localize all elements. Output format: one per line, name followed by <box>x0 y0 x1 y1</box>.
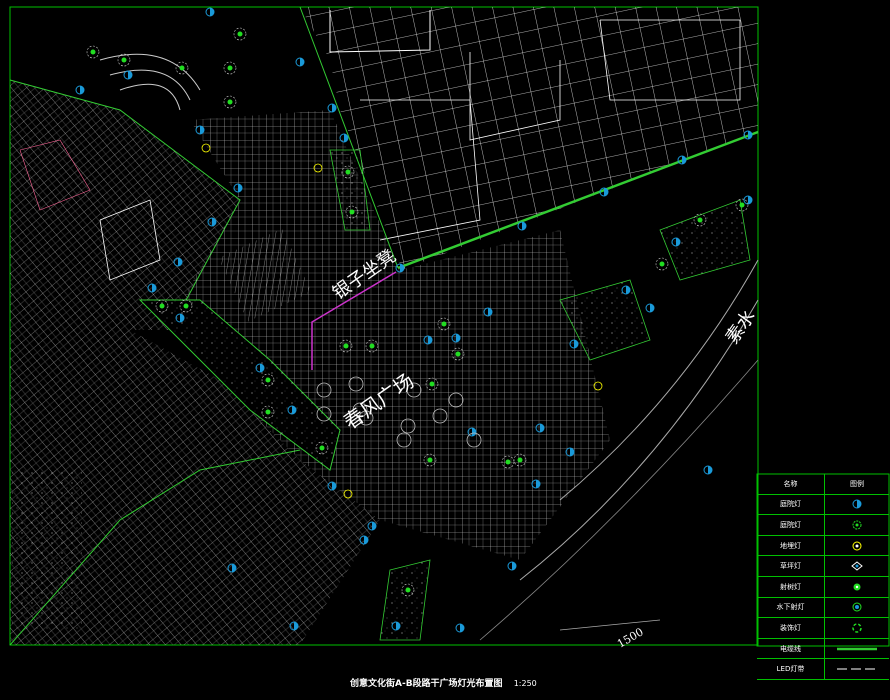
underwater-light-icon <box>825 598 889 618</box>
street-label: 素水 <box>722 306 760 348</box>
lamp-icon <box>295 57 305 67</box>
legend-item-name: 电缆线 <box>757 638 825 659</box>
tree-icon <box>117 53 131 67</box>
legend-item-name: 草坪灯 <box>757 556 825 576</box>
tree-icon <box>86 45 100 59</box>
legend-table: 名称 图例 庭院灯 庭院灯 地埋灯 草坪灯 射树灯 水下射灯 装饰灯 电缆线 LED灯带 <box>757 474 889 680</box>
lamp-icon <box>825 495 889 515</box>
lawn-light-icon <box>825 556 889 576</box>
drawing-title-text: 创意文化街A-B段路干广场灯光布置图 <box>350 679 503 689</box>
legend-header-symbol: 图例 <box>850 479 864 488</box>
legend-item-name: 装饰灯 <box>757 618 825 638</box>
legend-header-row: 名称 图例 <box>757 474 889 495</box>
legend-row: 装饰灯 <box>757 618 889 639</box>
lamp-icon <box>645 303 655 313</box>
legend-row: 庭院灯 <box>757 515 889 536</box>
lamp-icon <box>75 85 85 95</box>
tree-spot-icon <box>825 577 889 597</box>
lamp-icon <box>507 561 517 571</box>
legend-row: 庭院灯 <box>757 494 889 516</box>
legend-row: 草坪灯 <box>757 556 889 577</box>
legend-item-name: LED灯带 <box>757 659 825 679</box>
legend-row: LED灯带 <box>757 659 889 680</box>
tree-icon <box>223 95 237 109</box>
curved-walkway <box>99 53 201 111</box>
legend-row: 射树灯 <box>757 576 889 598</box>
lamp-icon <box>455 623 465 633</box>
tree-icon <box>175 61 189 75</box>
lamp-icon <box>743 195 753 205</box>
tree-icon <box>655 257 669 271</box>
tree-light-icon <box>825 515 889 535</box>
legend-row: 水下射灯 <box>757 597 889 619</box>
drawing-title: 创意文化街A-B段路干广场灯光布置图 1:250 <box>350 676 537 690</box>
lamp-icon <box>703 465 713 475</box>
led-strip-icon <box>825 659 889 679</box>
legend-header-name: 名称 <box>757 474 825 494</box>
lamp-icon <box>123 70 133 80</box>
lamp-icon <box>205 7 215 17</box>
decor-light-icon <box>825 618 889 638</box>
legend-item-name: 地埋灯 <box>757 535 825 556</box>
legend-item-name: 水下射灯 <box>757 597 825 618</box>
cable-line-icon <box>825 639 889 659</box>
lamp-icon <box>327 103 337 113</box>
legend-item-name: 庭院灯 <box>757 494 825 515</box>
tree-icon <box>223 61 237 75</box>
drawing-scale: 1:250 <box>513 679 537 688</box>
tree-icon <box>233 27 247 41</box>
dimension-label: 1500 <box>615 625 646 650</box>
buried-light-icon <box>825 536 889 556</box>
legend-row: 电缆线 <box>757 638 889 660</box>
lamp-icon <box>517 221 527 231</box>
legend-item-name: 庭院灯 <box>757 515 825 535</box>
legend-item-name: 射树灯 <box>757 576 825 597</box>
legend-row: 地埋灯 <box>757 535 889 557</box>
